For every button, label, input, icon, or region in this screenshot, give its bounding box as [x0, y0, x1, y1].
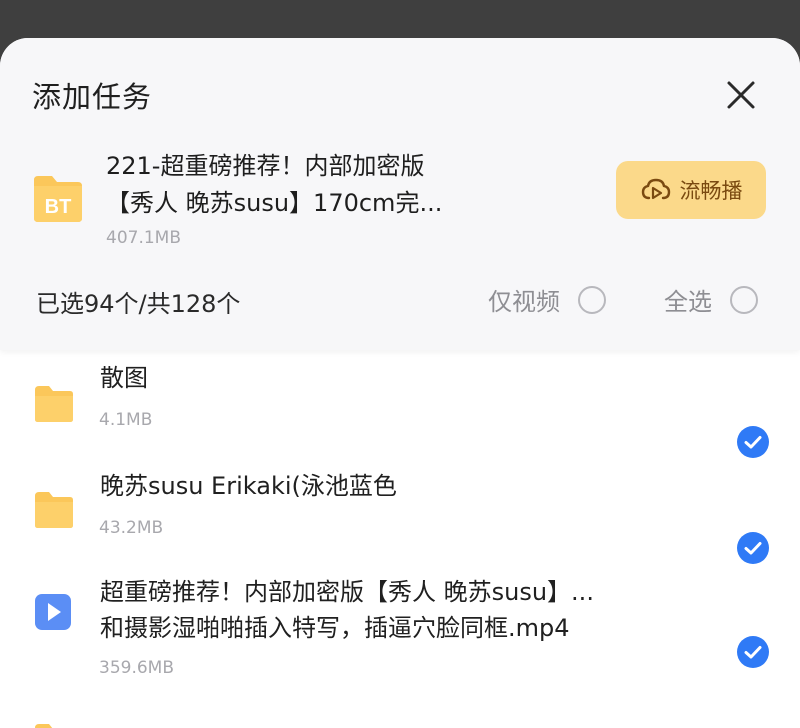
- torrent-name: 221-超重磅推荐！内部加密版 【秀人 晚苏susu】170cm完...: [106, 148, 596, 222]
- bt-badge-text: BT: [45, 196, 72, 218]
- video-only-label: 仅视频: [488, 288, 560, 316]
- stream-play-button[interactable]: 流畅播: [616, 161, 766, 219]
- file-checkbox[interactable]: [737, 636, 769, 668]
- sheet-header: 添加任务 BT 221-超重磅推荐！内部加密版 【秀人 晚苏susu】170cm…: [0, 38, 800, 350]
- file-size: 4.1MB: [99, 410, 153, 430]
- video-only-radio[interactable]: [578, 285, 606, 314]
- file-row[interactable]: [0, 702, 800, 728]
- select-all-label: 全选: [664, 288, 712, 316]
- dialog-title: 添加任务: [32, 80, 153, 114]
- file-name: 晚苏susu Erikaki(泳池蓝色: [100, 472, 397, 500]
- close-icon: [727, 81, 755, 109]
- torrent-name-line1: 221-超重磅推荐！内部加密版: [106, 152, 425, 180]
- check-icon: [744, 436, 762, 449]
- file-row[interactable]: 晚苏susu Erikaki(泳池蓝色 43.2MB: [0, 456, 800, 564]
- video-only-toggle[interactable]: 仅视频: [488, 282, 606, 317]
- check-icon: [744, 542, 762, 555]
- torrent-name-line2: 【秀人 晚苏susu】170cm完...: [106, 189, 443, 217]
- file-row[interactable]: 超重磅推荐！内部加密版【秀人 晚苏susu】... 和摄影湿啪啪插入特写，插逼穴…: [0, 562, 800, 702]
- check-icon: [744, 646, 762, 659]
- file-name: 超重磅推荐！内部加密版【秀人 晚苏susu】... 和摄影湿啪啪插入特写，插逼穴…: [100, 578, 594, 642]
- close-button[interactable]: [720, 74, 762, 116]
- select-all-radio[interactable]: [730, 285, 758, 314]
- folder-icon: [35, 492, 73, 528]
- folder-icon: [35, 386, 73, 422]
- file-size: 43.2MB: [99, 518, 164, 538]
- file-name: 散图: [100, 364, 148, 392]
- file-row[interactable]: 散图 4.1MB: [0, 350, 800, 458]
- bt-file-icon: BT: [30, 170, 86, 226]
- folder-icon: [35, 724, 53, 728]
- cloud-play-icon: [641, 178, 670, 200]
- selection-count: 已选94个/共128个: [36, 290, 241, 318]
- file-checkbox[interactable]: [737, 426, 769, 458]
- add-task-sheet: 添加任务 BT 221-超重磅推荐！内部加密版 【秀人 晚苏susu】170cm…: [0, 38, 800, 728]
- video-file-icon: [35, 594, 71, 630]
- file-size: 359.6MB: [99, 658, 174, 678]
- stream-play-label: 流畅播: [679, 179, 743, 203]
- torrent-size: 407.1MB: [106, 228, 181, 248]
- select-all-toggle[interactable]: 全选: [664, 282, 758, 317]
- file-checkbox[interactable]: [737, 532, 769, 564]
